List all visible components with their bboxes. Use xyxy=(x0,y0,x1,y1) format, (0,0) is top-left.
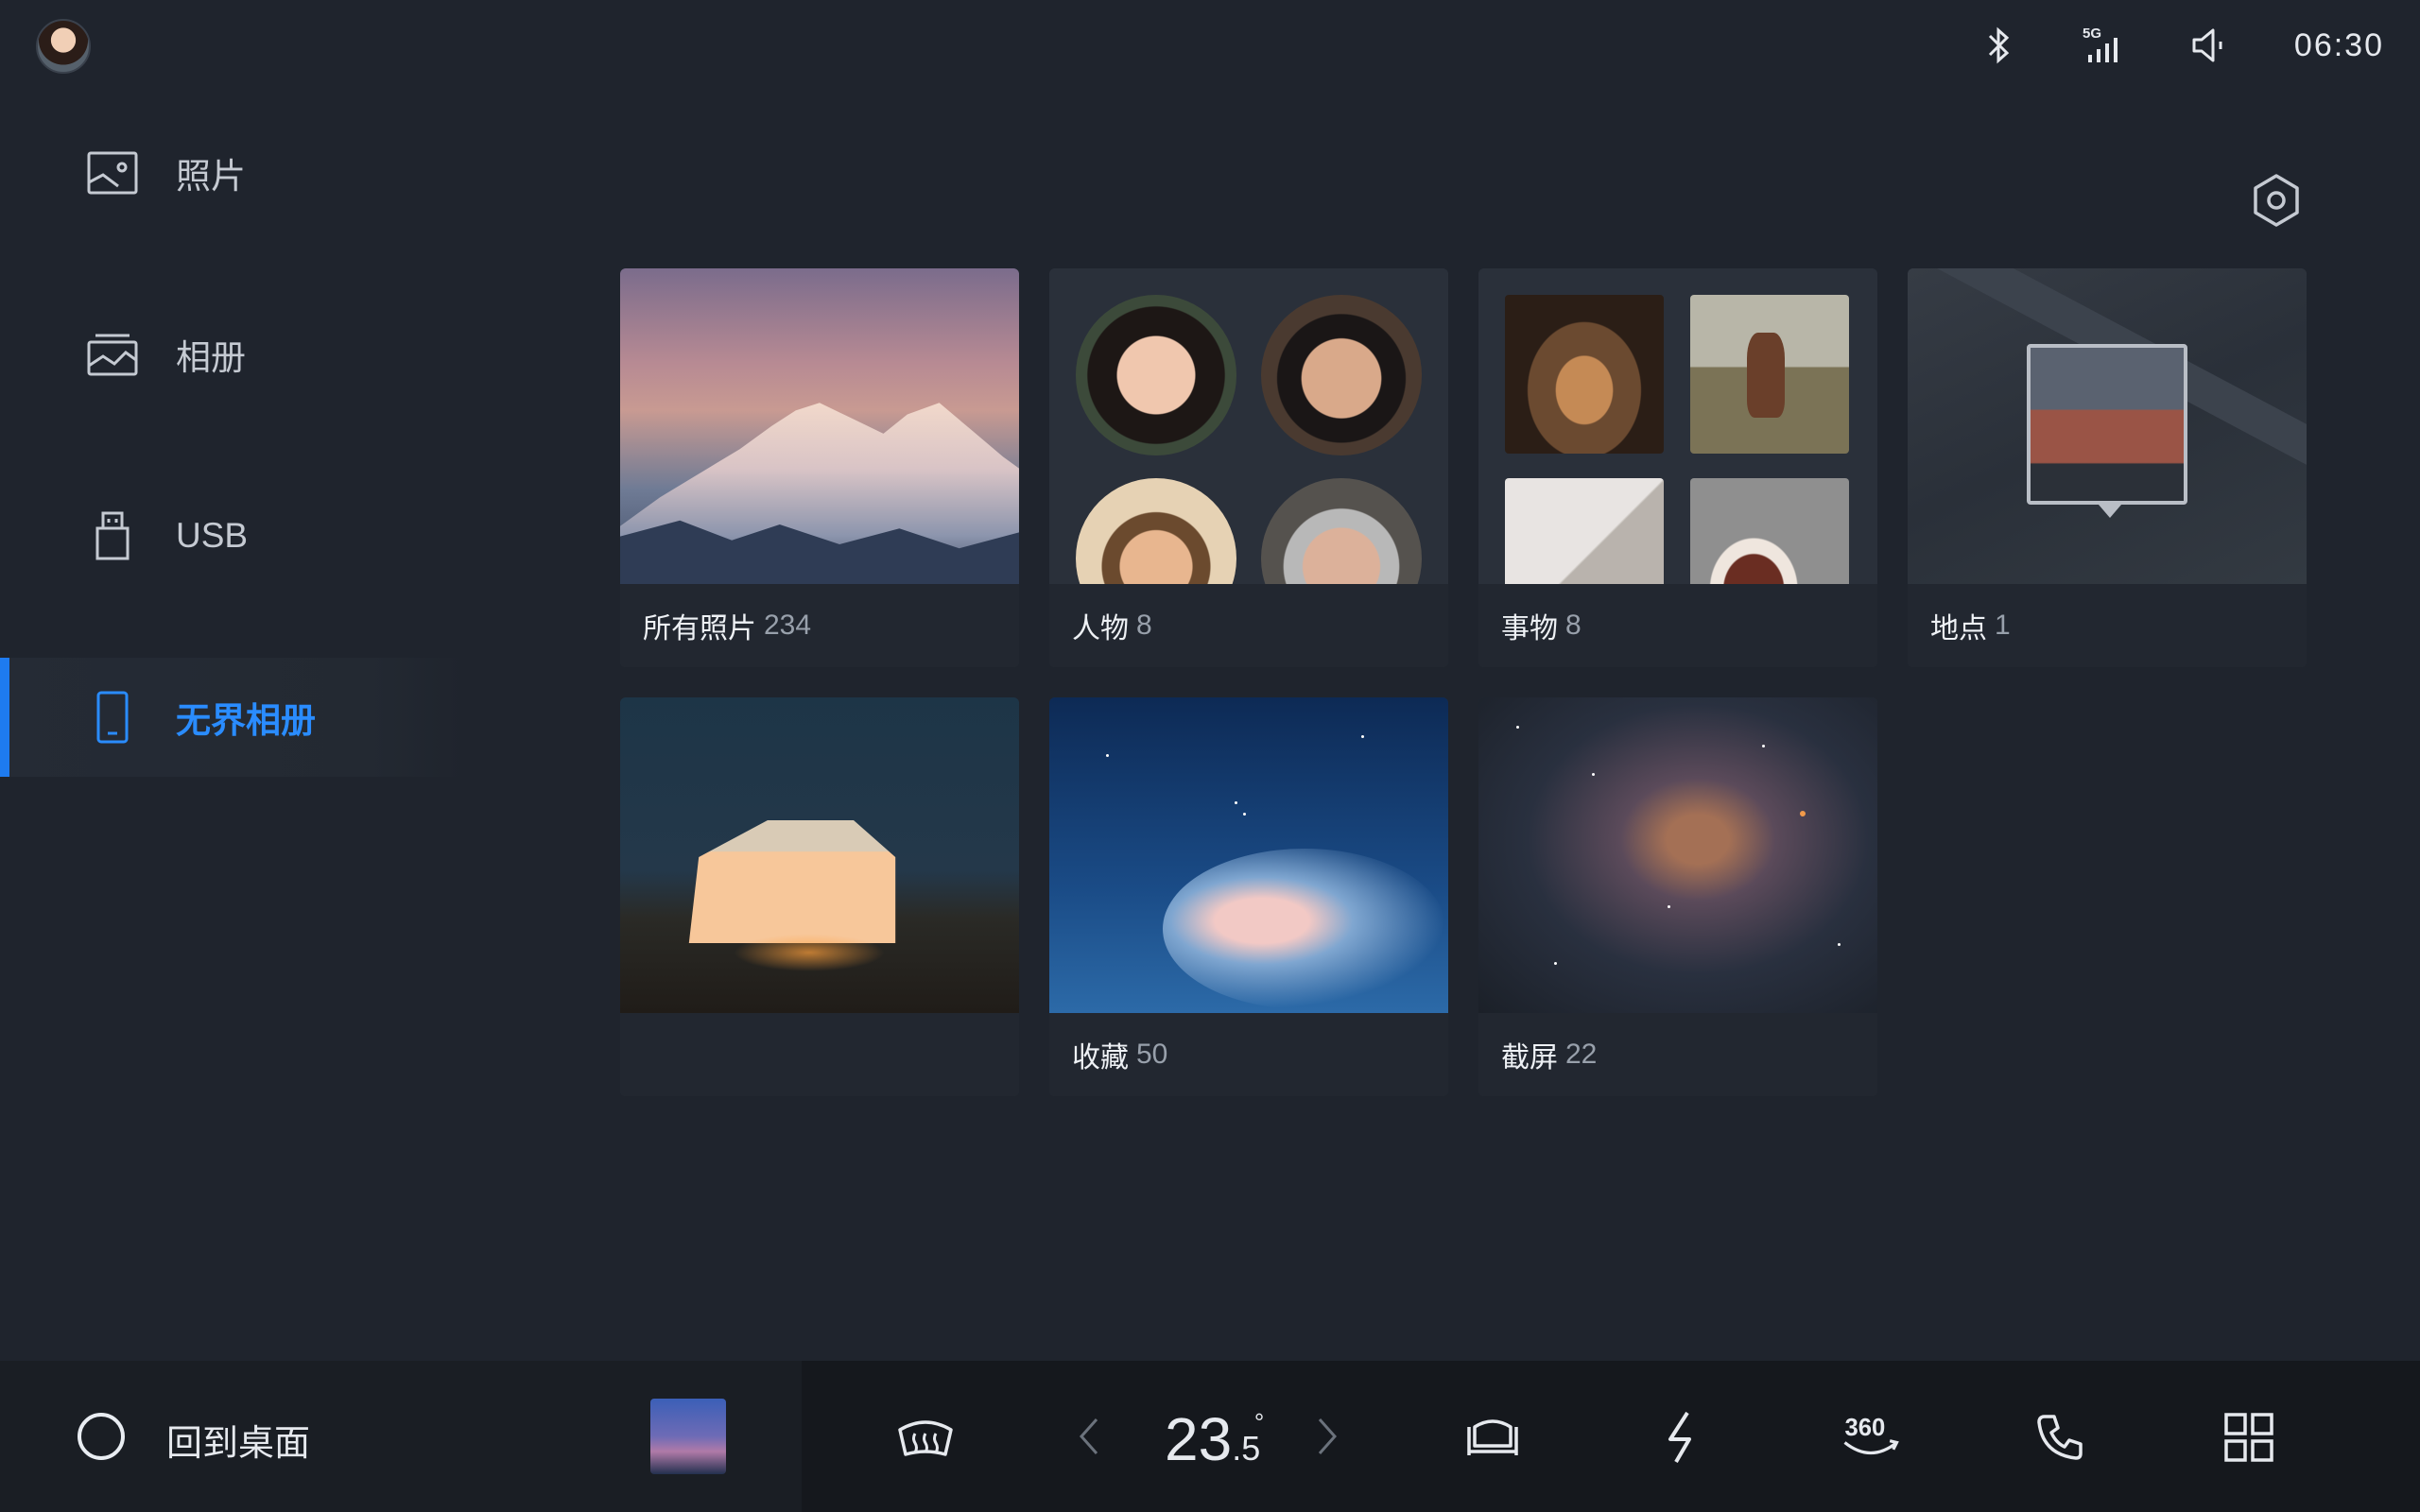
temperature-display: 23.5 ° xyxy=(1165,1404,1264,1474)
album-cover xyxy=(1908,268,2307,584)
album-cover xyxy=(1478,268,1877,584)
album-caption: 收藏 50 xyxy=(1049,1013,1448,1096)
phone-call-icon xyxy=(2037,1415,2083,1460)
sidebar-item-borderless-album[interactable]: 无界相册 xyxy=(0,658,463,777)
album-count: 234 xyxy=(764,610,812,641)
chevron-left-icon xyxy=(1079,1418,1098,1454)
person-face xyxy=(1261,478,1422,584)
camera-360-icon: 360 xyxy=(1843,1415,1899,1454)
sidebar-item-label: 照片 xyxy=(176,157,246,196)
seat-icon xyxy=(1467,1419,1518,1455)
album-cover xyxy=(620,697,1019,1013)
flash-icon xyxy=(1668,1411,1691,1464)
album-cover xyxy=(1049,268,1448,584)
album-card-screenshots[interactable]: 截屏 22 xyxy=(1478,697,1877,1096)
sidebar: 照片 相册 USB 无界相册 xyxy=(0,113,463,839)
album-name: 人物 xyxy=(1072,613,1129,644)
svg-text:360: 360 xyxy=(1845,1415,1886,1441)
sidebar-item-photos[interactable]: 照片 xyxy=(0,113,463,232)
album-caption: 截屏 22 xyxy=(1478,1013,1877,1096)
album-name: 事物 xyxy=(1501,613,1558,644)
album-count: 8 xyxy=(1565,610,1582,641)
bluetooth-icon[interactable] xyxy=(1982,25,2016,66)
clock: 06:30 xyxy=(2293,26,2384,63)
album-name: 收藏 xyxy=(1072,1042,1129,1074)
phone-call-button[interactable] xyxy=(2029,1406,2091,1469)
home-label[interactable]: 回到桌面 xyxy=(166,1414,310,1466)
settings-button[interactable] xyxy=(2248,172,2305,229)
phone-icon xyxy=(85,690,140,745)
thing-thumbnail xyxy=(1690,478,1849,584)
album-cover xyxy=(1049,697,1448,1013)
album-caption: 地点 1 xyxy=(1908,584,2307,667)
album-name: 所有照片 xyxy=(643,613,756,644)
album-caption: 人物 8 xyxy=(1049,584,1448,667)
map-pin-thumbnail xyxy=(2027,344,2187,518)
user-avatar[interactable] xyxy=(36,19,91,74)
temp-decrease-button[interactable] xyxy=(1078,1416,1100,1469)
signal-icon: 5G xyxy=(2083,26,2118,62)
album-name: 地点 xyxy=(1930,613,1987,644)
album-card-places[interactable]: 地点 1 xyxy=(1908,268,2307,667)
bottom-dock: 回到桌面 23.5 ° 360 xyxy=(0,1361,2420,1512)
album-caption: 事物 8 xyxy=(1478,584,1877,667)
gear-icon xyxy=(2254,174,2299,227)
album-caption: 所有照片 234 xyxy=(620,584,1019,667)
volume-icon[interactable] xyxy=(2187,25,2232,66)
sidebar-item-label: 无界相册 xyxy=(176,701,316,740)
apps-button[interactable] xyxy=(2218,1406,2280,1469)
sidebar-item-albums[interactable]: 相册 xyxy=(0,295,463,414)
camera-360-button[interactable]: 360 xyxy=(1840,1406,1902,1469)
album-icon xyxy=(85,327,140,382)
svg-text:5G: 5G xyxy=(2083,26,2101,42)
album-cover xyxy=(620,268,1019,584)
defrost-button[interactable] xyxy=(894,1406,957,1469)
album-count: 22 xyxy=(1565,1039,1598,1070)
thing-thumbnail xyxy=(1505,295,1664,454)
thing-thumbnail xyxy=(1690,295,1849,454)
album-cover xyxy=(1478,697,1877,1013)
seat-button[interactable] xyxy=(1461,1406,1524,1469)
album-caption xyxy=(620,1013,1019,1096)
album-count: 50 xyxy=(1136,1039,1168,1070)
person-face xyxy=(1261,295,1422,455)
album-count: 1 xyxy=(1995,610,2011,641)
defrost-icon xyxy=(898,1420,953,1456)
photo-icon xyxy=(85,146,140,200)
home-circle-icon[interactable] xyxy=(78,1413,125,1460)
album-card-people[interactable]: 人物 8 xyxy=(1049,268,1448,667)
album-card-things[interactable]: 事物 8 xyxy=(1478,268,1877,667)
temperature-main: 23 xyxy=(1165,1405,1233,1473)
album-card-favorites[interactable]: 收藏 50 xyxy=(1049,697,1448,1096)
now-playing-thumbnail[interactable] xyxy=(650,1399,726,1474)
status-icons: 5G 06:30 xyxy=(1982,17,2384,74)
person-face xyxy=(1076,478,1236,584)
album-card-tent[interactable] xyxy=(620,697,1019,1096)
thing-thumbnail xyxy=(1505,478,1664,584)
sidebar-item-usb[interactable]: USB xyxy=(0,476,463,595)
album-name: 截屏 xyxy=(1501,1042,1558,1074)
album-count: 8 xyxy=(1136,610,1152,641)
album-card-all-photos[interactable]: 所有照片 234 xyxy=(620,268,1019,667)
power-button[interactable] xyxy=(1651,1406,1713,1469)
temp-increase-button[interactable] xyxy=(1316,1416,1339,1469)
dock-left-panel: 回到桌面 xyxy=(0,1361,802,1512)
temperature-unit: ° xyxy=(1253,1408,1265,1436)
status-bar: 5G 06:30 xyxy=(0,0,2420,91)
sidebar-item-label: 相册 xyxy=(176,338,246,377)
usb-icon xyxy=(85,508,140,563)
apps-grid-icon xyxy=(2224,1413,2273,1462)
chevron-right-icon xyxy=(1318,1418,1338,1454)
person-face xyxy=(1076,295,1236,455)
sidebar-item-label: USB xyxy=(176,516,249,555)
